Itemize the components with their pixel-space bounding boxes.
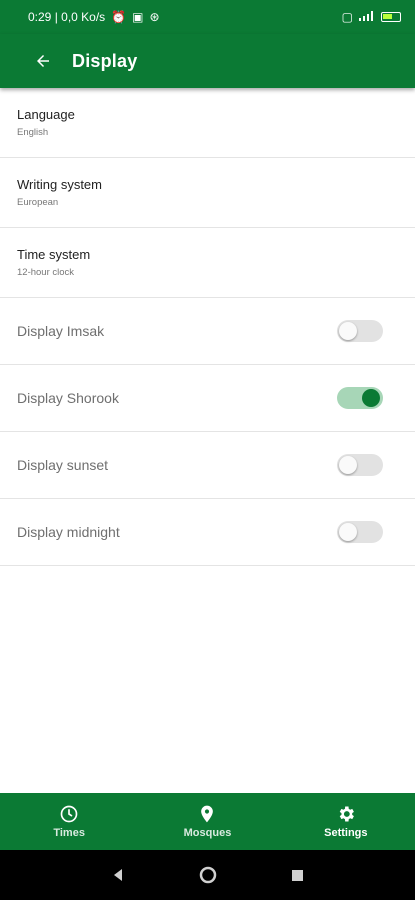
setting-value: English bbox=[17, 127, 49, 138]
arrow-back-icon bbox=[37, 55, 49, 67]
alarm-icon: ⏰ bbox=[111, 10, 127, 24]
app-notification-icon: ▣ bbox=[132, 10, 144, 24]
setting-title: Time system bbox=[17, 247, 91, 262]
back-triangle-icon[interactable] bbox=[108, 865, 128, 885]
shorook-switch[interactable] bbox=[337, 387, 383, 409]
nav-settings[interactable]: Settings bbox=[286, 804, 406, 839]
toggle-row-shorook[interactable]: Display Shorook bbox=[0, 365, 415, 432]
sync-icon: ⊛ bbox=[149, 10, 160, 24]
recents-square-icon[interactable] bbox=[288, 865, 308, 885]
toggle-label: Display Shorook bbox=[17, 390, 119, 406]
system-navigation-bar bbox=[0, 850, 415, 900]
app-bar: Display bbox=[0, 34, 415, 88]
status-bar: 0:29 | 0,0 Ko/s ⏰ ▣ ⊛ ▢ bbox=[0, 0, 415, 34]
toggle-label: Display Imsak bbox=[17, 323, 105, 339]
back-button[interactable] bbox=[32, 50, 54, 72]
page-title: Display bbox=[72, 50, 138, 71]
gear-icon bbox=[336, 804, 356, 824]
setting-value: 12-hour clock bbox=[17, 267, 75, 278]
vibrate-icon: ▢ bbox=[341, 10, 353, 24]
nav-label: Settings bbox=[324, 827, 368, 839]
signal-icon bbox=[359, 11, 375, 23]
nav-mosques[interactable]: Mosques bbox=[147, 804, 267, 839]
toggle-row-midnight[interactable]: Display midnight bbox=[0, 499, 415, 566]
battery-icon bbox=[381, 12, 401, 22]
status-time-network: 0:29 | 0,0 Ko/s bbox=[28, 10, 106, 24]
setting-title: Writing system bbox=[17, 177, 102, 192]
bottom-nav: Times Mosques Settings bbox=[0, 793, 415, 850]
nav-times[interactable]: Times bbox=[9, 804, 129, 839]
setting-value: European bbox=[17, 197, 59, 208]
location-pin-icon bbox=[197, 804, 217, 824]
settings-list: Language English Writing system European… bbox=[0, 88, 415, 566]
clock-icon bbox=[59, 804, 79, 824]
nav-label: Times bbox=[53, 827, 85, 839]
toggle-label: Display midnight bbox=[17, 524, 120, 540]
sunset-switch[interactable] bbox=[337, 454, 383, 476]
nav-label: Mosques bbox=[183, 827, 232, 839]
toggle-label: Display sunset bbox=[17, 457, 109, 473]
setting-language[interactable]: Language English bbox=[0, 88, 415, 158]
setting-writing-system[interactable]: Writing system European bbox=[0, 158, 415, 228]
imsak-switch[interactable] bbox=[337, 320, 383, 342]
home-circle-icon[interactable] bbox=[198, 865, 218, 885]
setting-time-system[interactable]: Time system 12-hour clock bbox=[0, 228, 415, 298]
setting-title: Language bbox=[17, 107, 75, 122]
toggle-row-imsak[interactable]: Display Imsak bbox=[0, 298, 415, 365]
midnight-switch[interactable] bbox=[337, 521, 383, 543]
toggle-row-sunset[interactable]: Display sunset bbox=[0, 432, 415, 499]
